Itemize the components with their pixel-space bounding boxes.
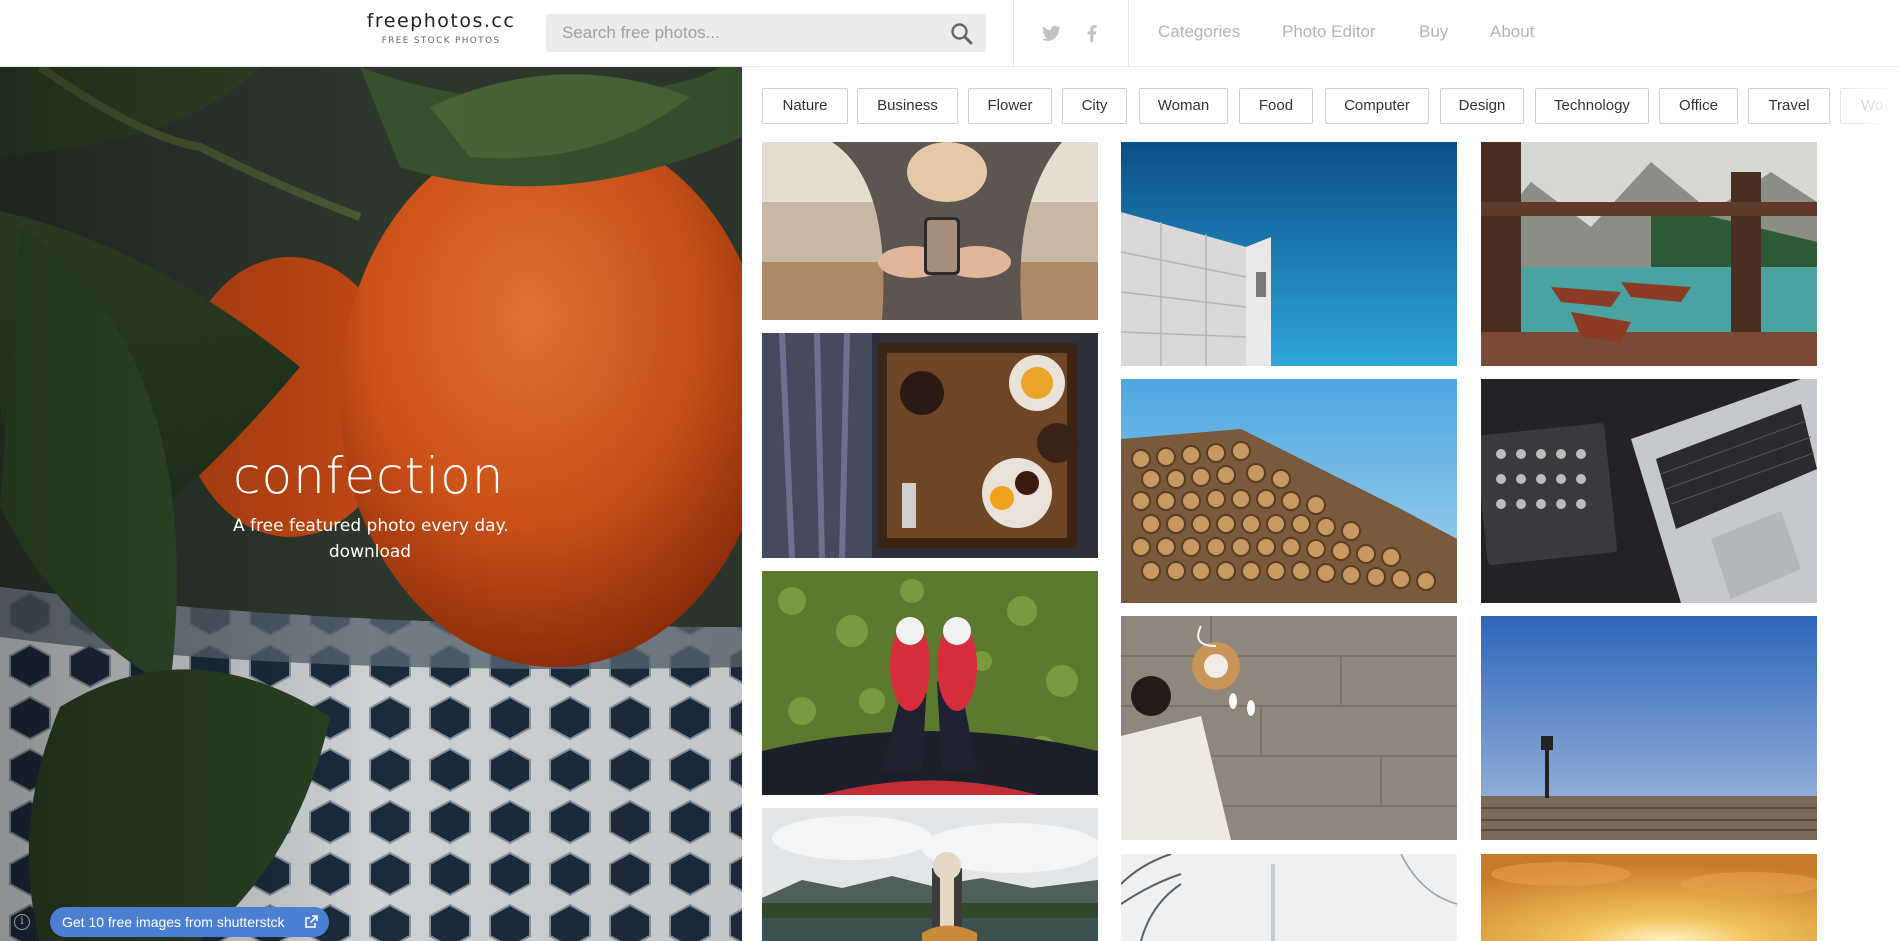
nav-buy[interactable]: Buy bbox=[1419, 22, 1448, 42]
category-office[interactable]: Office bbox=[1659, 88, 1738, 124]
photo-sunset-sky[interactable] bbox=[1481, 854, 1817, 941]
photo-image bbox=[1121, 142, 1457, 366]
photo-image bbox=[762, 333, 1098, 558]
hero-title: confection bbox=[233, 447, 505, 505]
facebook-link[interactable] bbox=[1081, 22, 1103, 44]
hero-download-link[interactable]: download bbox=[233, 542, 507, 562]
photo-image bbox=[1481, 616, 1817, 840]
search-button[interactable] bbox=[948, 20, 976, 48]
photo-food-tray[interactable] bbox=[762, 333, 1098, 558]
category-design[interactable]: Design bbox=[1440, 88, 1524, 124]
search-icon bbox=[951, 23, 973, 45]
photo-laptop-mixer[interactable] bbox=[1481, 379, 1817, 603]
category-travel[interactable]: Travel bbox=[1748, 88, 1830, 124]
category-nature[interactable]: Nature bbox=[762, 88, 848, 124]
logo-subtitle: FREE STOCK PHOTOS bbox=[381, 36, 501, 46]
category-business[interactable]: Business bbox=[857, 88, 958, 124]
hero-tagline: A free featured photo every day. bbox=[233, 516, 509, 536]
category-flower[interactable]: Flower bbox=[968, 88, 1052, 124]
photo-lake-boats[interactable] bbox=[1481, 142, 1817, 366]
photo-image bbox=[762, 571, 1098, 795]
site-logo[interactable]: freephotos.cc FREE STOCK PHOTOS bbox=[366, 10, 516, 46]
top-navigation-bar: freephotos.cc FREE STOCK PHOTOS Categori… bbox=[0, 0, 1900, 67]
photo-image bbox=[1481, 379, 1817, 603]
search-input[interactable] bbox=[546, 14, 986, 52]
nav-about[interactable]: About bbox=[1490, 22, 1534, 42]
category-filter-bar: Nature Business Flower City Woman Food C… bbox=[762, 88, 1900, 124]
external-link-icon bbox=[305, 915, 318, 928]
photo-image bbox=[1481, 854, 1817, 941]
photo-image bbox=[1481, 142, 1817, 366]
photo-lamp-post-bridge[interactable] bbox=[1481, 616, 1817, 840]
photo-log-pile[interactable] bbox=[1121, 379, 1457, 603]
photo-lake-woman[interactable] bbox=[762, 808, 1098, 941]
category-city[interactable]: City bbox=[1062, 88, 1127, 124]
photo-wooden-desk[interactable] bbox=[1121, 616, 1457, 840]
nav-categories[interactable]: Categories bbox=[1158, 22, 1240, 42]
info-icon[interactable]: i bbox=[14, 914, 30, 930]
category-scroll-fade bbox=[1840, 88, 1900, 124]
category-computer[interactable]: Computer bbox=[1325, 88, 1429, 124]
photo-woman-phone[interactable] bbox=[762, 142, 1098, 320]
category-technology[interactable]: Technology bbox=[1535, 88, 1649, 124]
featured-photo-hero[interactable]: confection A free featured photo every d… bbox=[0, 67, 742, 941]
shutterstock-promo-button[interactable]: Get 10 free images from shutterstck bbox=[50, 907, 329, 937]
photo-image bbox=[1121, 854, 1457, 941]
photo-image bbox=[762, 142, 1098, 320]
twitter-link[interactable] bbox=[1040, 22, 1062, 44]
photo-bare-tree[interactable] bbox=[1121, 854, 1457, 941]
header-divider bbox=[1013, 0, 1014, 67]
photo-image bbox=[1121, 379, 1457, 603]
photo-concrete-building[interactable] bbox=[1121, 142, 1457, 366]
promo-label: Get 10 free images from shutterstck bbox=[62, 914, 285, 930]
category-woman[interactable]: Woman bbox=[1139, 88, 1228, 124]
photo-red-sneakers[interactable] bbox=[762, 571, 1098, 795]
logo-title: freephotos.cc bbox=[366, 10, 516, 32]
nav-photo-editor[interactable]: Photo Editor bbox=[1282, 22, 1376, 42]
twitter-icon bbox=[1041, 25, 1061, 41]
header-divider bbox=[1128, 0, 1129, 67]
photo-image bbox=[1121, 616, 1457, 840]
category-food[interactable]: Food bbox=[1239, 88, 1313, 124]
facebook-icon bbox=[1087, 25, 1097, 43]
photo-image bbox=[762, 808, 1098, 941]
